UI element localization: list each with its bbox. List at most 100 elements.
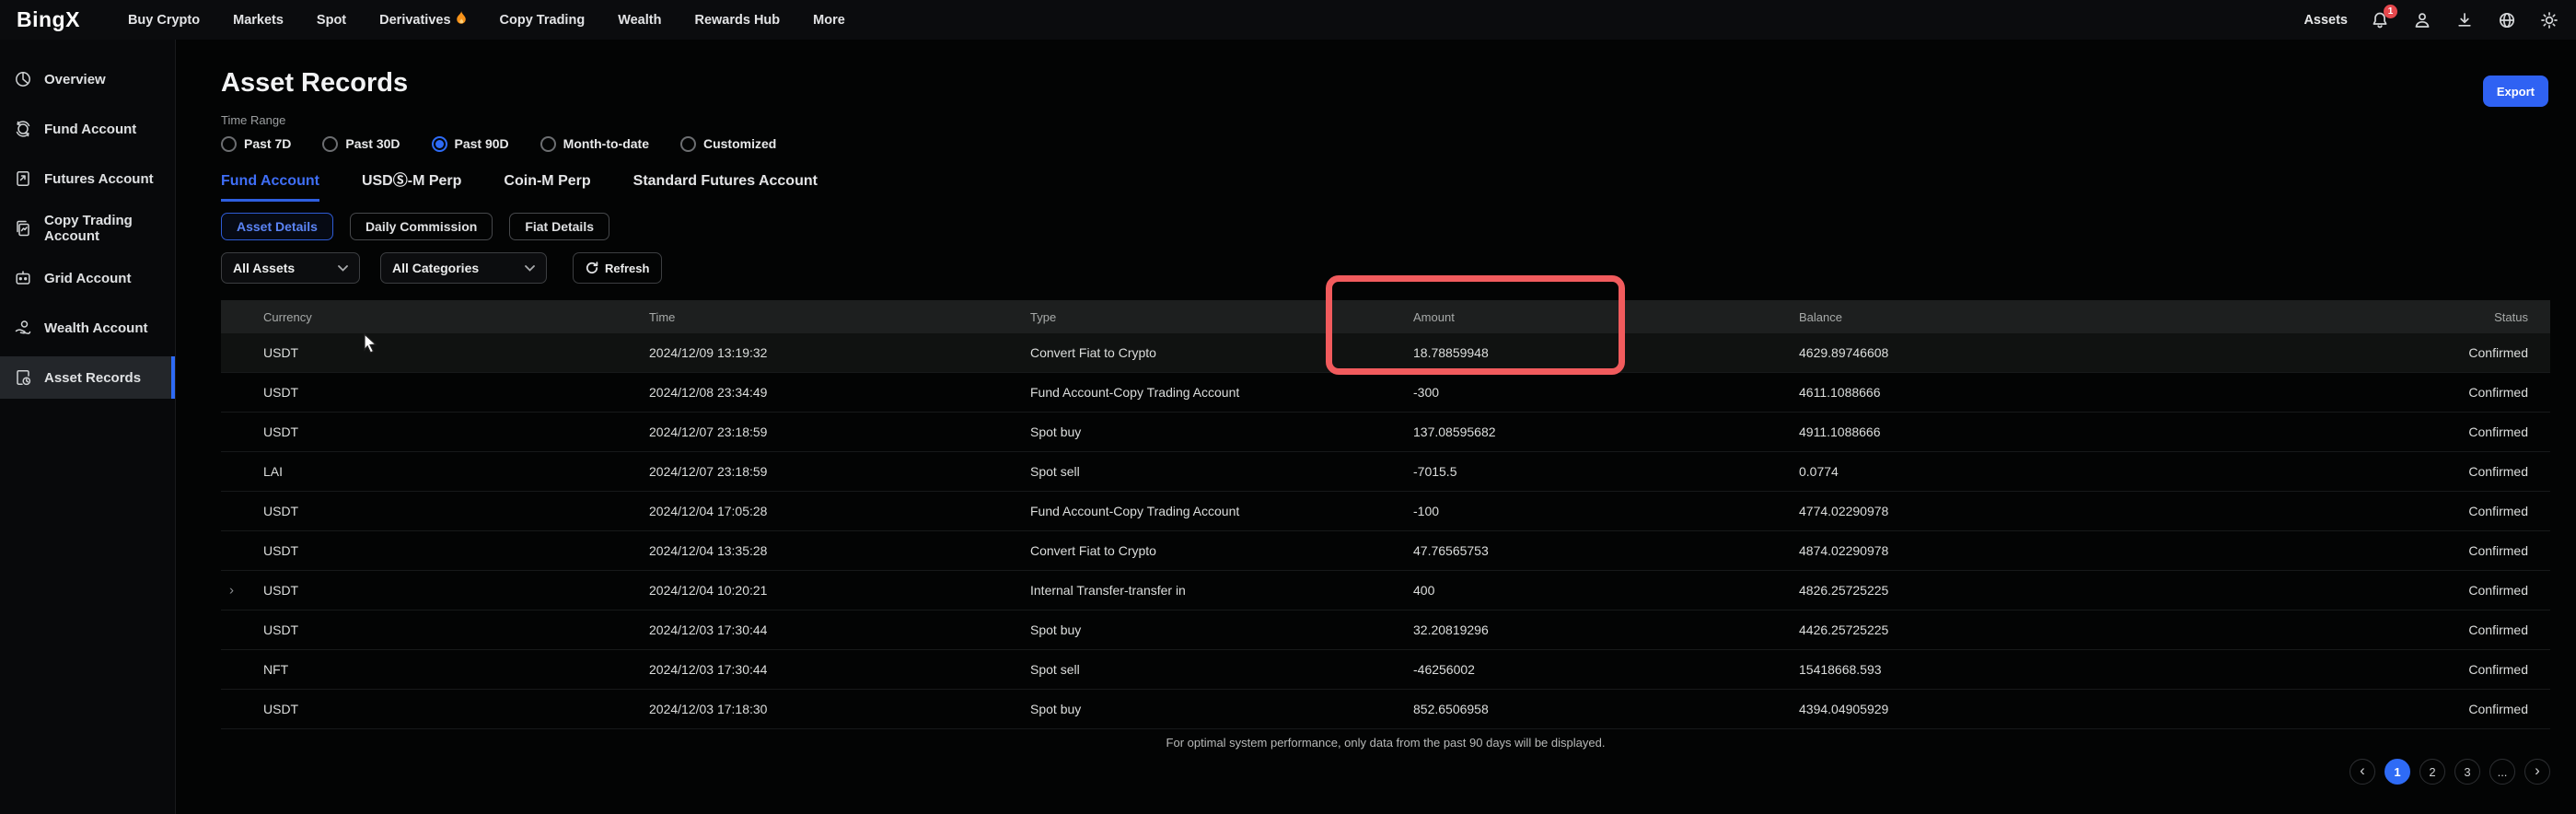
sidebar-item-asset-records[interactable]: Asset Records <box>0 356 175 399</box>
sidebar-item-label: Wealth Account <box>44 320 148 336</box>
tab-coin-m-perp[interactable]: Coin-M Perp <box>504 172 590 202</box>
table-row[interactable]: USDT 2024/12/09 13:19:32 Convert Fiat to… <box>221 333 2550 373</box>
radio-month-to-date[interactable]: Month-to-date <box>540 136 649 152</box>
asset-filter-dropdown[interactable]: All Assets <box>221 252 360 284</box>
table-row[interactable]: USDT 2024/12/04 13:35:28 Convert Fiat to… <box>221 531 2550 571</box>
table-row[interactable]: USDT 2024/12/08 23:34:49 Fund Account-Co… <box>221 373 2550 413</box>
cell-status: Confirmed <box>2302 702 2550 716</box>
cell-currency: NFT <box>221 662 649 677</box>
nav-item-spot[interactable]: Spot <box>317 11 346 29</box>
nav-item-wealth[interactable]: Wealth <box>618 11 661 29</box>
expand-row-chevron[interactable]: › <box>229 583 234 599</box>
sidebar: Overview Fund Account Futures Account Co… <box>0 40 176 814</box>
futures-account-icon <box>14 169 32 188</box>
cell-amount: 137.08595682 <box>1413 424 1799 439</box>
nav-item-derivatives[interactable]: Derivatives <box>379 11 466 29</box>
fund-account-icon <box>14 120 32 138</box>
nav-item-rewards-hub[interactable]: Rewards Hub <box>694 11 780 29</box>
sidebar-item-label: Overview <box>44 72 106 87</box>
cell-currency: USDT <box>221 424 649 439</box>
sidebar-item-copy-trading-account[interactable]: Copy Trading Account <box>0 207 175 250</box>
table-row[interactable]: USDT 2024/12/03 17:18:30 Spot buy 852.65… <box>221 690 2550 729</box>
pagination-page-3[interactable]: 3 <box>2454 759 2480 785</box>
nav-item-copy-trading[interactable]: Copy Trading <box>500 11 586 29</box>
sidebar-item-wealth-account[interactable]: Wealth Account <box>0 307 175 349</box>
sidebar-item-fund-account[interactable]: Fund Account <box>0 108 175 150</box>
detail-tabs: Asset Details Daily Commission Fiat Deta… <box>221 213 2576 240</box>
pagination-page-2[interactable]: 2 <box>2419 759 2445 785</box>
tab-fund-account[interactable]: Fund Account <box>221 172 319 202</box>
category-filter-dropdown[interactable]: All Categories <box>380 252 547 284</box>
theme-toggle-sun-icon[interactable] <box>2539 10 2559 30</box>
export-button[interactable]: Export <box>2483 76 2548 107</box>
table-row-expandable[interactable]: › USDT 2024/12/04 10:20:21 Internal Tran… <box>221 571 2550 610</box>
cell-balance: 4826.25725225 <box>1799 583 2302 598</box>
nav-item-buy-crypto[interactable]: Buy Crypto <box>128 11 200 29</box>
tab-usds-m-perp[interactable]: USDⓈ-M Perp <box>362 172 461 202</box>
language-globe-icon[interactable] <box>2497 10 2517 30</box>
pagination-ellipsis[interactable]: ... <box>2489 759 2515 785</box>
cell-balance: 4629.89746608 <box>1799 345 2302 360</box>
assets-button[interactable]: Assets <box>2303 13 2348 28</box>
pagination-prev-button[interactable]: ‹ <box>2350 759 2375 785</box>
radio-label: Past 7D <box>244 136 291 151</box>
sidebar-item-overview[interactable]: Overview <box>0 58 175 100</box>
asset-records-icon <box>14 368 32 387</box>
cell-status: Confirmed <box>2302 504 2550 518</box>
radio-past-30d[interactable]: Past 30D <box>322 136 400 152</box>
table-header: Currency Time Type Amount Balance Status <box>221 300 2550 333</box>
tab-asset-details[interactable]: Asset Details <box>221 213 333 240</box>
tab-daily-commission[interactable]: Daily Commission <box>350 213 493 240</box>
refresh-icon <box>586 262 598 274</box>
cell-time: 2024/12/09 13:19:32 <box>649 345 1030 360</box>
notification-badge: 1 <box>2384 5 2397 18</box>
sidebar-item-futures-account[interactable]: Futures Account <box>0 157 175 200</box>
cell-currency: USDT <box>221 385 649 400</box>
radio-past-90d[interactable]: Past 90D <box>432 136 509 152</box>
time-range-label: Time Range <box>221 113 2576 127</box>
table-row[interactable]: LAI 2024/12/07 23:18:59 Spot sell -7015.… <box>221 452 2550 492</box>
table-row[interactable]: NFT 2024/12/03 17:30:44 Spot sell -46256… <box>221 650 2550 690</box>
cell-amount: 32.20819296 <box>1413 622 1799 637</box>
bingx-logo[interactable]: BingX <box>17 7 80 32</box>
radio-past-7d[interactable]: Past 7D <box>221 136 291 152</box>
notification-bell-icon[interactable]: 1 <box>2370 10 2390 30</box>
copy-trading-account-icon <box>14 219 32 238</box>
cell-amount: 852.6506958 <box>1413 702 1799 716</box>
table-row[interactable]: USDT 2024/12/03 17:30:44 Spot buy 32.208… <box>221 610 2550 650</box>
cell-status: Confirmed <box>2302 464 2550 479</box>
radio-customized[interactable]: Customized <box>680 136 776 152</box>
chevron-down-icon <box>338 265 348 272</box>
table-row[interactable]: USDT 2024/12/07 23:18:59 Spot buy 137.08… <box>221 413 2550 452</box>
cell-amount: 18.78859948 <box>1413 345 1799 360</box>
pagination-next-button[interactable]: › <box>2524 759 2550 785</box>
radio-circle-selected <box>432 136 447 152</box>
cell-amount: -7015.5 <box>1413 464 1799 479</box>
radio-circle <box>540 136 556 152</box>
profile-icon[interactable] <box>2412 10 2432 30</box>
nav-item-more[interactable]: More <box>813 11 845 29</box>
cell-balance: 4394.04905929 <box>1799 702 2302 716</box>
download-app-icon[interactable] <box>2454 10 2475 30</box>
asset-records-page: BingX Buy Crypto Markets Spot Derivative… <box>0 0 2576 814</box>
refresh-button[interactable]: Refresh <box>573 252 662 284</box>
cell-time: 2024/12/04 17:05:28 <box>649 504 1030 518</box>
cell-time: 2024/12/07 23:18:59 <box>649 464 1030 479</box>
cell-status: Confirmed <box>2302 424 2550 439</box>
nav-right-group: Assets 1 <box>2303 10 2559 30</box>
flame-icon <box>456 11 467 29</box>
cell-time: 2024/12/04 13:35:28 <box>649 543 1030 558</box>
asset-filter-value: All Assets <box>233 261 295 275</box>
sidebar-item-grid-account[interactable]: Grid Account <box>0 257 175 299</box>
cell-time: 2024/12/04 10:20:21 <box>649 583 1030 598</box>
tab-fiat-details[interactable]: Fiat Details <box>509 213 609 240</box>
nav-item-markets[interactable]: Markets <box>233 11 284 29</box>
cell-balance: 4911.1088666 <box>1799 424 2302 439</box>
cell-amount: 400 <box>1413 583 1799 598</box>
col-currency: Currency <box>221 310 649 324</box>
radio-circle <box>221 136 237 152</box>
col-amount: Amount <box>1413 310 1799 324</box>
table-row[interactable]: USDT 2024/12/04 17:05:28 Fund Account-Co… <box>221 492 2550 531</box>
tab-standard-futures-account[interactable]: Standard Futures Account <box>633 172 818 202</box>
pagination-page-1[interactable]: 1 <box>2385 759 2410 785</box>
